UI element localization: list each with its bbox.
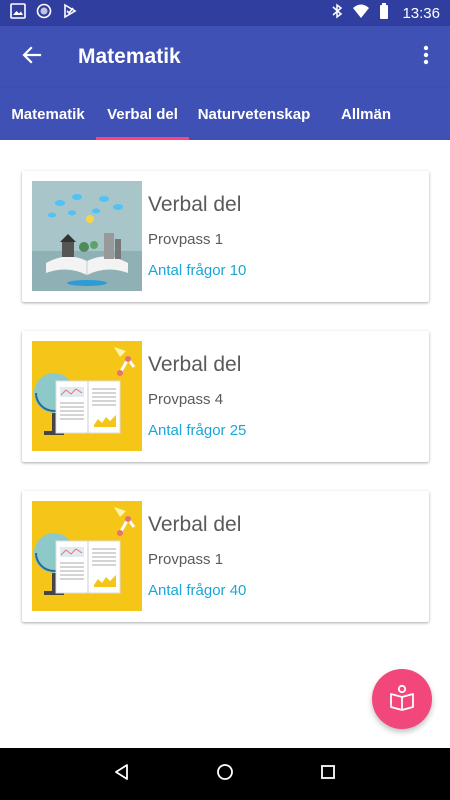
card-subtitle: Provpass 4 — [148, 391, 224, 408]
back-triangle-icon — [113, 763, 131, 786]
download-check-icon — [62, 3, 78, 24]
globe-book-illustration — [32, 341, 142, 451]
exam-card[interactable]: Verbal del Provpass 4 Antal frågor 25 — [22, 331, 429, 462]
page-title: Matematik — [78, 45, 181, 68]
card-title: Verbal del — [148, 353, 242, 376]
book-landscape-illustration — [32, 181, 142, 291]
globe-book-illustration — [32, 501, 142, 611]
image-icon — [10, 2, 26, 24]
system-nav-bar — [0, 748, 450, 800]
app-bar: Matematik — [0, 26, 450, 88]
card-question-count: Antal frågor 25 — [148, 422, 247, 439]
recents-square-icon — [320, 764, 336, 785]
tab-allman[interactable]: Allmän — [319, 88, 413, 140]
exam-card[interactable]: Verbal del Provpass 1 Antal frågor 40 — [22, 491, 429, 622]
nav-recents-button[interactable] — [308, 754, 348, 794]
card-subtitle: Provpass 1 — [148, 231, 224, 248]
tab-verbal-del[interactable]: Verbal del — [96, 88, 189, 140]
arrow-back-icon — [22, 45, 42, 70]
tab-naturvetenskap[interactable]: Naturvetenskap — [189, 88, 319, 140]
nav-back-button[interactable] — [102, 754, 142, 794]
card-question-count: Antal frågor 10 — [148, 262, 247, 279]
wifi-icon — [352, 3, 370, 24]
exam-card[interactable]: Verbal del Provpass 1 Antal frågor 10 — [22, 171, 429, 302]
circle-icon — [36, 3, 52, 24]
status-time: 13:36 — [402, 4, 440, 22]
card-title: Verbal del — [148, 513, 242, 536]
nav-home-button[interactable] — [205, 754, 245, 794]
more-vert-icon — [423, 45, 429, 70]
tab-bar: Matematik Verbal del Naturvetenskap Allm… — [0, 88, 450, 140]
home-circle-icon — [216, 763, 234, 786]
card-subtitle: Provpass 1 — [148, 551, 224, 568]
battery-icon — [379, 2, 389, 24]
fab-button[interactable] — [372, 669, 432, 729]
card-question-count: Antal frågor 40 — [148, 582, 247, 599]
card-list: Verbal del Provpass 1 Antal frågor 10 Ve… — [0, 140, 450, 748]
card-title: Verbal del — [148, 193, 242, 216]
bluetooth-icon — [331, 3, 343, 24]
status-bar: 13:36 — [0, 0, 450, 26]
back-button[interactable] — [2, 26, 62, 88]
open-book-icon — [388, 683, 416, 716]
tab-matematik[interactable]: Matematik — [0, 88, 96, 140]
overflow-menu-button[interactable] — [402, 26, 450, 88]
